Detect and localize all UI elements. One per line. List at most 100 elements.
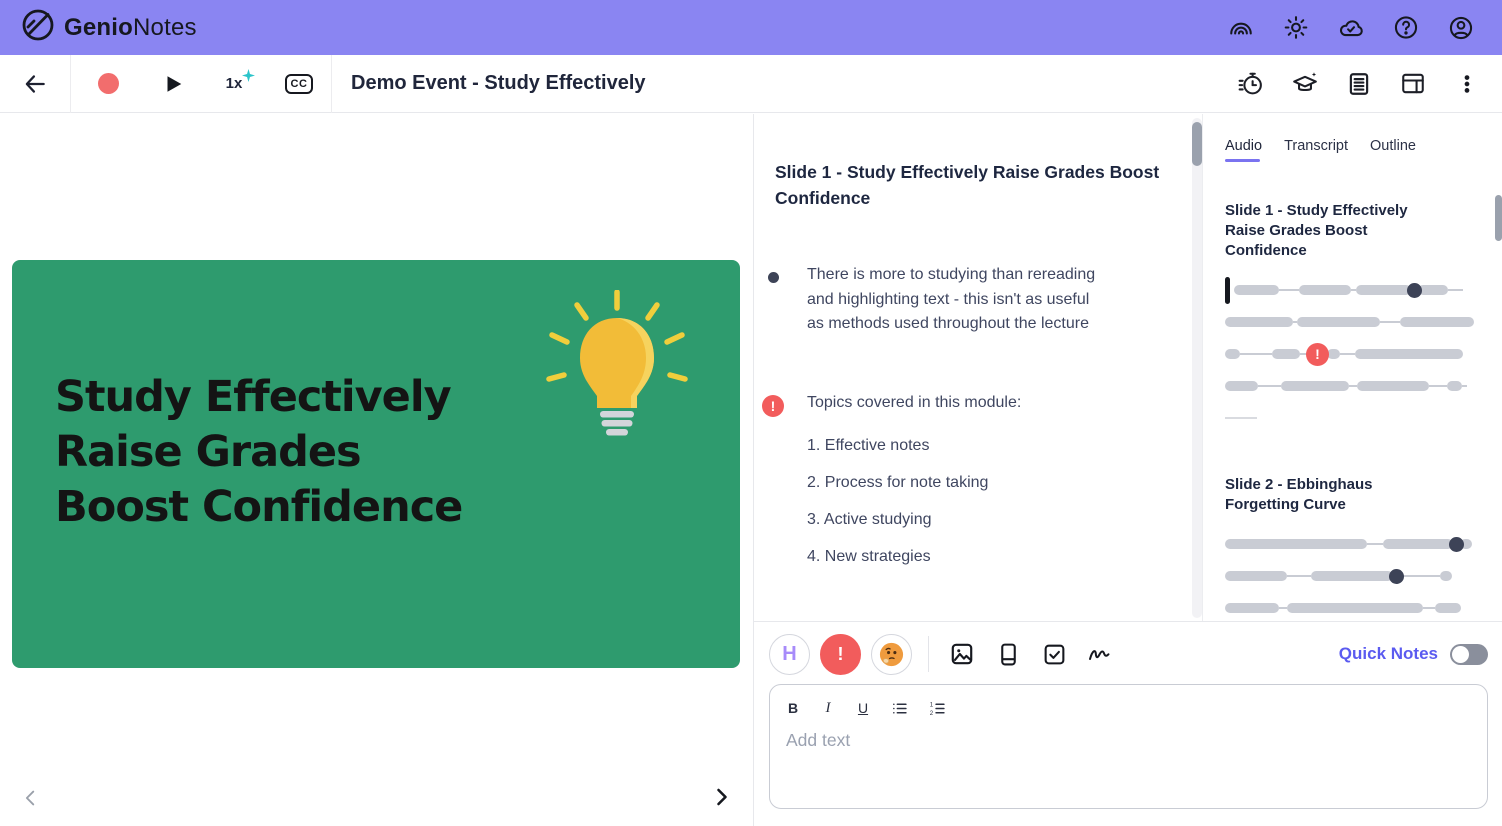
insert-image-button[interactable] bbox=[949, 641, 975, 667]
quick-notes-label[interactable]: Quick Notes bbox=[1339, 644, 1438, 664]
app-window: GenioNotes bbox=[0, 0, 1502, 826]
composer-divider bbox=[928, 636, 929, 672]
bullet-list-button[interactable] bbox=[891, 698, 908, 718]
learn-graduation-icon[interactable] bbox=[1292, 71, 1318, 97]
heading-style-button[interactable]: H bbox=[769, 634, 810, 675]
audio-segment-line bbox=[1287, 575, 1311, 577]
audio-segment-line bbox=[1258, 385, 1281, 387]
audio-segment-dot[interactable] bbox=[1449, 537, 1464, 552]
slide-notes-heading: Slide 1 - Study Effectively Raise Grades… bbox=[775, 159, 1170, 211]
notes-document-icon[interactable] bbox=[1346, 71, 1372, 97]
audio-segment-pill bbox=[1272, 349, 1300, 359]
audio-segment-line bbox=[1380, 321, 1400, 323]
audio-waveform-slide-1[interactable]: ! bbox=[1225, 277, 1474, 431]
flashcard-button[interactable] bbox=[995, 641, 1021, 667]
audio-segment-dot[interactable] bbox=[1407, 283, 1422, 298]
audio-segment-pill bbox=[1281, 381, 1349, 391]
audio-segment-line bbox=[1462, 385, 1467, 387]
audio-segment-line bbox=[1400, 575, 1440, 577]
audio-segment-dot[interactable] bbox=[1389, 569, 1404, 584]
audio-segment-cursor[interactable] bbox=[1225, 277, 1230, 304]
audio-row[interactable] bbox=[1225, 405, 1474, 431]
note-bullet-row: There is more to studying than rereading… bbox=[768, 263, 1178, 337]
help-icon[interactable] bbox=[1393, 15, 1419, 41]
quick-notes-toggle[interactable] bbox=[1450, 644, 1488, 665]
back-button[interactable] bbox=[0, 55, 70, 113]
toggle-knob bbox=[1452, 646, 1469, 663]
slide-canvas: Study Effectively Raise Grades Boost Con… bbox=[12, 260, 740, 668]
note-numbered-list: 1. Effective notes 2. Process for note t… bbox=[768, 437, 1178, 566]
important-alert-icon: ! bbox=[768, 391, 807, 417]
audio-segment-pill bbox=[1225, 571, 1287, 581]
play-icon bbox=[162, 73, 184, 95]
notes-scrollbar[interactable] bbox=[1192, 118, 1202, 618]
captions-button[interactable]: CC bbox=[267, 55, 331, 113]
audio-row[interactable] bbox=[1225, 595, 1474, 621]
thinking-face-icon bbox=[878, 641, 905, 668]
audio-row[interactable] bbox=[1225, 373, 1474, 399]
svg-text:1: 1 bbox=[930, 702, 934, 708]
brand[interactable]: GenioNotes bbox=[20, 7, 197, 48]
play-button[interactable] bbox=[145, 55, 201, 113]
audio-segment-line bbox=[1340, 353, 1355, 355]
audio-segment-line bbox=[1279, 607, 1287, 609]
audio-segment-pill bbox=[1400, 317, 1474, 327]
cc-icon: CC bbox=[285, 74, 314, 94]
sidebar-tabs: Audio Transcript Outline bbox=[1225, 138, 1474, 162]
signature-scribble-button[interactable] bbox=[1087, 641, 1113, 667]
timer-icon[interactable] bbox=[1238, 71, 1264, 97]
tab-transcript[interactable]: Transcript bbox=[1284, 138, 1348, 162]
event-title: Demo Event - Study Effectively bbox=[351, 72, 1238, 95]
numbered-list-button[interactable]: 1 2 bbox=[929, 698, 946, 718]
audio-segment-pill bbox=[1418, 285, 1448, 295]
slide-headline-line: Study Effectively bbox=[55, 370, 462, 425]
audio-segment-alert[interactable]: ! bbox=[1306, 343, 1329, 366]
notes-scrollbar-thumb[interactable] bbox=[1192, 122, 1202, 166]
tab-outline[interactable]: Outline bbox=[1370, 138, 1416, 162]
audio-row[interactable] bbox=[1225, 277, 1474, 303]
note-editor-input[interactable]: Add text bbox=[786, 730, 1471, 780]
audio-segment-line bbox=[1367, 543, 1383, 545]
audio-segment-line bbox=[1429, 385, 1447, 387]
next-slide-button[interactable] bbox=[709, 783, 733, 814]
audio-sidebar: Audio Transcript Outline Slide 1 - Study… bbox=[1202, 114, 1502, 621]
note-list-item: 4. New strategies bbox=[807, 548, 1178, 566]
audio-row[interactable]: ! bbox=[1225, 341, 1474, 367]
account-icon[interactable] bbox=[1448, 15, 1474, 41]
note-important-text: Topics covered in this module: bbox=[807, 391, 1021, 417]
previous-slide-button[interactable] bbox=[20, 785, 42, 814]
thinking-emoji-button[interactable] bbox=[871, 634, 912, 675]
rainbow-theme-icon[interactable] bbox=[1228, 15, 1254, 41]
kebab-menu-icon[interactable] bbox=[1454, 71, 1480, 97]
brightness-icon[interactable] bbox=[1283, 15, 1309, 41]
audio-segment-pill bbox=[1225, 317, 1293, 327]
record-button[interactable] bbox=[71, 55, 145, 113]
cloud-sync-icon[interactable] bbox=[1338, 15, 1364, 41]
slide-viewer: Study Effectively Raise Grades Boost Con… bbox=[0, 114, 754, 826]
audio-row[interactable] bbox=[1225, 563, 1474, 589]
brand-light: Notes bbox=[133, 14, 197, 41]
underline-button[interactable]: U bbox=[856, 698, 870, 718]
audio-segment-pill bbox=[1299, 285, 1351, 295]
playback-speed-button[interactable]: 1x bbox=[201, 55, 267, 113]
layout-panels-icon[interactable] bbox=[1400, 71, 1426, 97]
audio-segment-pill bbox=[1311, 571, 1393, 581]
tab-audio[interactable]: Audio bbox=[1225, 138, 1262, 162]
lightbulb-illustration bbox=[542, 290, 692, 467]
editor-format-toolbar: B I U 1 bbox=[786, 697, 1471, 719]
checklist-button[interactable] bbox=[1041, 641, 1067, 667]
sidebar-scrollbar-thumb[interactable] bbox=[1495, 195, 1502, 241]
sparkle-icon bbox=[242, 69, 255, 85]
audio-waveform-slide-2[interactable] bbox=[1225, 531, 1474, 621]
audio-row[interactable] bbox=[1225, 309, 1474, 335]
audio-row[interactable] bbox=[1225, 531, 1474, 557]
important-marker-icon: ! bbox=[838, 644, 844, 665]
brand-bold: Genio bbox=[64, 14, 133, 41]
italic-button[interactable]: I bbox=[821, 698, 835, 718]
header-actions bbox=[1228, 15, 1482, 41]
bold-button[interactable]: B bbox=[786, 698, 800, 718]
audio-segment-line bbox=[1423, 607, 1435, 609]
important-marker-button[interactable]: ! bbox=[820, 634, 861, 675]
audio-segment-pill bbox=[1435, 603, 1461, 613]
quick-notes-control: Quick Notes bbox=[1339, 644, 1488, 665]
